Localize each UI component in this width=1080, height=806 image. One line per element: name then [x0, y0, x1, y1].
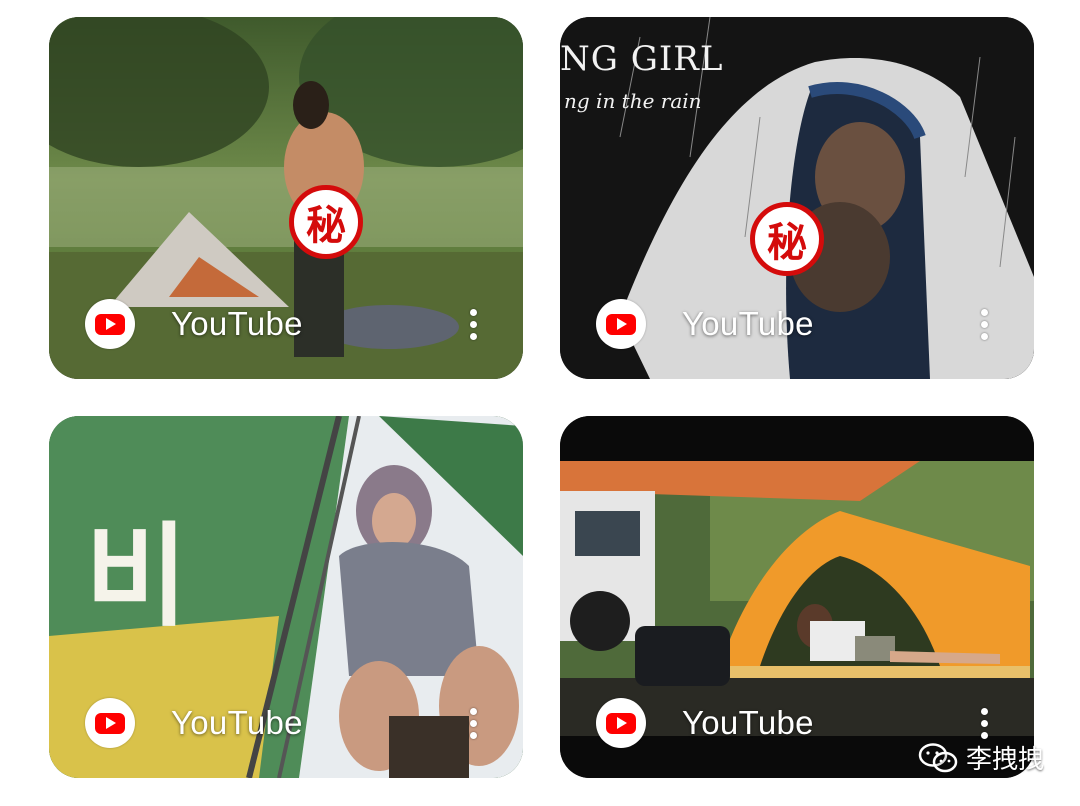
video-card-2[interactable]: NG GIRL ng in the rain 秘 YouTube	[560, 17, 1034, 379]
source-label: YouTube	[171, 305, 303, 342]
more-options-icon[interactable]	[463, 302, 483, 346]
source-label: YouTube	[171, 704, 303, 741]
video-overlay-title: NG GIRL	[560, 39, 724, 79]
source-label: YouTube	[682, 305, 814, 342]
video-source-row: YouTube	[596, 299, 994, 349]
video-source-row: YouTube	[85, 299, 483, 349]
censor-badge: 秘	[750, 202, 824, 276]
video-source-row: YouTube	[85, 698, 483, 748]
wechat-icon	[918, 742, 958, 772]
video-card-1[interactable]: 秘 YouTube	[49, 17, 523, 379]
more-options-icon[interactable]	[974, 302, 994, 346]
watermark-text: 李拽拽	[965, 745, 1044, 775]
video-overlay-subtitle: ng in the rain	[564, 89, 702, 113]
youtube-icon	[85, 698, 135, 748]
source-label: YouTube	[682, 704, 814, 741]
video-card-4[interactable]: YouTube	[560, 416, 1034, 778]
more-options-icon[interactable]	[463, 701, 483, 745]
youtube-icon	[85, 299, 135, 349]
youtube-icon	[596, 698, 646, 748]
video-overlay-text: 비	[85, 512, 189, 642]
watermark: 李拽拽	[918, 739, 1044, 776]
video-card-3[interactable]: 비 YouTube	[49, 416, 523, 778]
youtube-icon	[596, 299, 646, 349]
censor-badge: 秘	[289, 185, 363, 259]
